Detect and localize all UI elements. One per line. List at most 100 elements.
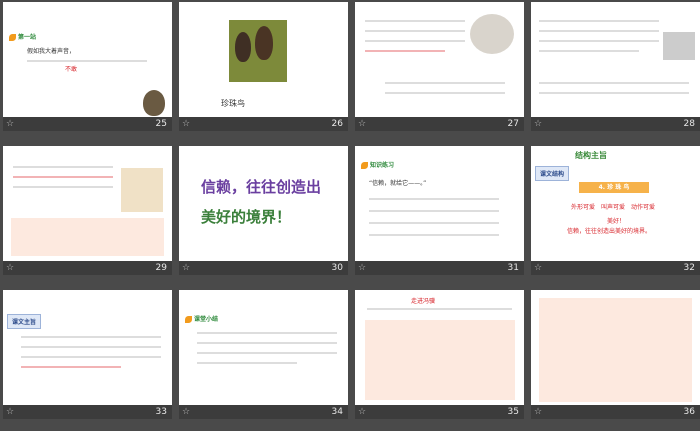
slide-number: 29	[155, 263, 167, 273]
slide-footer: ☆ 36	[531, 405, 700, 419]
slide-35[interactable]: 走进冯骥 ☆ 35	[355, 290, 524, 419]
text-line	[365, 40, 465, 42]
text-line	[539, 30, 659, 32]
star-icon: ☆	[182, 119, 191, 129]
section-tag: 课堂小结	[185, 314, 218, 323]
slide-footer: ☆ 31	[355, 261, 524, 275]
text-line	[21, 336, 161, 338]
leaf-icon	[185, 316, 192, 323]
text-line	[539, 40, 659, 42]
bird-photo	[470, 14, 514, 54]
question-text: “信赖，就给它——。”	[369, 180, 427, 187]
slide-number: 34	[331, 407, 343, 417]
birds-photo	[229, 20, 287, 82]
slide-27[interactable]: ☆ 27	[355, 2, 524, 131]
note-box	[365, 320, 515, 400]
text-line	[197, 362, 297, 364]
slide-number: 31	[507, 263, 519, 273]
text-line	[369, 210, 499, 212]
slide-30[interactable]: 信赖，往往创造出 美好的境界！ ☆ 30	[179, 146, 348, 275]
text-line	[21, 346, 161, 348]
star-icon: ☆	[358, 263, 367, 273]
slide-number: 26	[331, 119, 343, 129]
bird-image	[235, 32, 251, 62]
slide-28[interactable]: ☆ 28	[531, 2, 700, 131]
slide-32[interactable]: 结构主旨 课文结构 4. 珍 珠 鸟 外形可爱 叫声可爱 动作可爱 美好！ 信赖…	[531, 146, 700, 275]
star-icon: ☆	[6, 407, 15, 417]
section-box: 课文主旨	[7, 314, 42, 329]
slide-caption: 珍珠鸟	[221, 99, 245, 108]
structure-summary: 信赖，往往创造出美好的境界。	[567, 228, 652, 235]
slide-footer: ☆ 27	[355, 117, 524, 131]
slide-26[interactable]: 珍珠鸟 ☆ 26	[179, 2, 348, 131]
slide-25[interactable]: 第一站 假如我大着声音， 不敢 ☆ 25	[3, 2, 172, 131]
structure-item: 外形可爱	[571, 204, 596, 211]
slide-footer: ☆ 33	[3, 405, 172, 419]
note-box	[11, 218, 164, 256]
text-line	[13, 176, 113, 178]
slide-34[interactable]: 课堂小结 ☆ 34	[179, 290, 348, 419]
slide-title: 结构主旨	[575, 151, 607, 160]
leaf-icon	[9, 34, 16, 41]
slide-number: 35	[507, 407, 519, 417]
slide-number: 28	[683, 119, 695, 129]
slide-29[interactable]: ☆ 29	[3, 146, 172, 275]
note-box	[539, 298, 692, 402]
slide-highlight: 不敢	[65, 66, 78, 73]
slide-36[interactable]: ☆ 36	[531, 290, 700, 419]
slide-number: 32	[683, 263, 695, 273]
slide-footer: ☆ 26	[179, 117, 348, 131]
leaf-icon	[361, 162, 368, 169]
text-line	[385, 92, 505, 94]
text-line	[13, 166, 113, 168]
text-line	[21, 356, 161, 358]
text-line	[21, 366, 121, 368]
text-line	[365, 50, 445, 52]
text-line	[539, 92, 689, 94]
text-line	[369, 222, 499, 224]
structure-item: 叫声可爱	[601, 204, 626, 211]
text-line	[539, 20, 659, 22]
bird-photo	[663, 32, 695, 60]
star-icon: ☆	[534, 407, 543, 417]
star-icon: ☆	[6, 119, 15, 129]
lesson-title-bar: 4. 珍 珠 鸟	[579, 182, 649, 193]
slide-footer: ☆ 28	[531, 117, 700, 131]
text-line	[539, 50, 639, 52]
person-illustration	[121, 168, 163, 212]
star-icon: ☆	[6, 263, 15, 273]
slide-footer: ☆ 30	[179, 261, 348, 275]
text-line	[367, 308, 512, 310]
text-line	[365, 30, 465, 32]
star-icon: ☆	[182, 263, 191, 273]
structure-item: 动作可爱	[631, 204, 656, 211]
text-line	[385, 82, 505, 84]
star-icon: ☆	[182, 407, 191, 417]
slogan-line-2: 美好的境界！	[201, 208, 292, 226]
slide-footer: ☆ 32	[531, 261, 700, 275]
slogan-line-1: 信赖，往往创造出	[201, 178, 322, 196]
slide-footer: ☆ 34	[179, 405, 348, 419]
bird-image	[255, 26, 273, 60]
slide-33[interactable]: 课文主旨 ☆ 33	[3, 290, 172, 419]
slide-number: 33	[155, 407, 167, 417]
bird-image	[143, 90, 165, 116]
slide-31[interactable]: 知识练习 “信赖，就给它——。” ☆ 31	[355, 146, 524, 275]
star-icon: ☆	[358, 407, 367, 417]
text-line	[369, 198, 499, 200]
text-line	[539, 82, 689, 84]
slide-footer: ☆ 29	[3, 261, 172, 275]
slide-number: 27	[507, 119, 519, 129]
slide-title: 走进冯骥	[411, 298, 436, 305]
star-icon: ☆	[358, 119, 367, 129]
structure-item: 美好！	[607, 218, 626, 225]
slide-number: 36	[683, 407, 695, 417]
section-tag: 第一站	[9, 32, 36, 41]
star-icon: ☆	[534, 263, 543, 273]
section-box: 课文结构	[535, 166, 570, 181]
text-line	[13, 186, 113, 188]
text-line	[27, 60, 147, 62]
section-tag: 知识练习	[361, 160, 394, 169]
text-line	[197, 342, 337, 344]
text-line	[365, 20, 465, 22]
